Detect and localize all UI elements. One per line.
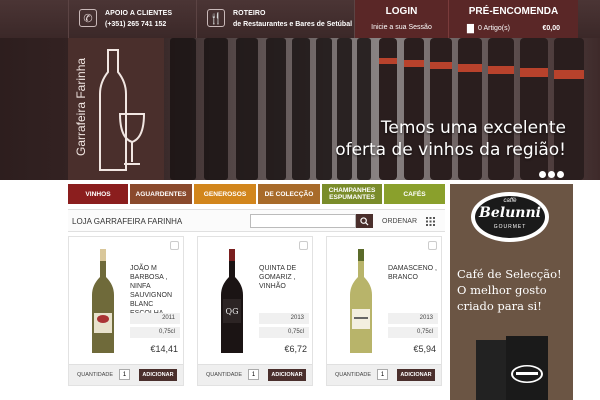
cutlery-icon: 🍴 <box>207 9 225 27</box>
compare-checkbox[interactable] <box>170 241 179 250</box>
preorder-label: PRÉ-ENCOMENDA <box>468 6 559 17</box>
product-price: €5,94 <box>413 344 436 354</box>
add-to-cart-button[interactable]: ADICIONAR <box>139 369 177 381</box>
quantity-label: QUANTIDADE <box>77 372 114 378</box>
ad-slogan: Café de Selecção! O melhor gosto criado … <box>457 266 562 314</box>
product-name[interactable]: JOÃO M BARBOSA , NINFA SAUVIGNON BLANC E… <box>130 264 184 318</box>
compare-checkbox[interactable] <box>299 241 308 250</box>
shopping-bag-icon: ▇ <box>467 23 474 33</box>
product-year: 2013 <box>259 313 309 324</box>
hero-banner: Garrafeira Farinha Temos uma excelente o… <box>0 38 600 180</box>
brand-name: Garrafeira Farinha <box>74 57 88 156</box>
restaurant-guide-link[interactable]: 🍴 ROTEIRO de Restaurantes e Bares de Set… <box>196 0 354 38</box>
top-bar: ✆ APOIO A CLIENTES (+351) 265 741 152 🍴 … <box>0 0 600 38</box>
hero-caption-line2: oferta de vinhos da região! <box>335 140 566 160</box>
product-card: DAMASCENO , BRANCO 2013 0,75cl €5,94 QUA… <box>326 236 442 386</box>
page: ✆ APOIO A CLIENTES (+351) 265 741 152 🍴 … <box>0 0 600 400</box>
ad-caffe-text: caffè <box>503 198 517 204</box>
category-cafes[interactable]: CAFÉS <box>384 184 445 204</box>
product-name[interactable]: QUINTA DE GOMARIZ , VINHÃO <box>259 264 313 291</box>
support-title: APOIO A CLIENTES <box>105 10 173 17</box>
product-actions: QUANTIDADE 1 ADICIONAR <box>69 364 183 385</box>
category-aguardentes[interactable]: AGUARDENTES <box>130 184 192 204</box>
white-wine-bottle-image[interactable] <box>83 247 123 357</box>
product-price: €6,72 <box>284 344 307 354</box>
cart-items: 0 Artigo(s) <box>478 25 510 32</box>
quantity-label: QUANTIDADE <box>335 372 372 378</box>
quantity-input[interactable]: 1 <box>248 369 259 380</box>
product-volume: 0,75cl <box>259 327 309 338</box>
product-price: €14,41 <box>150 344 178 354</box>
preorder-button[interactable]: PRÉ-ENCOMENDA ▇ 0 Artigo(s) €0,00 <box>448 0 578 38</box>
shop-title: LOJA GARRAFEIRA FARINHA <box>72 217 183 226</box>
ad-slogan-line3: criado para si! <box>457 299 542 313</box>
phone-icon: ✆ <box>79 9 97 27</box>
category-de-coleccao[interactable]: DE COLECÇÃO <box>258 184 320 204</box>
hero-caption: Temos uma excelente oferta de vinhos da … <box>335 117 566 161</box>
product-year: 2011 <box>130 313 180 324</box>
product-volume: 0,75cl <box>130 327 180 338</box>
hero-caption-line1: Temos uma excelente <box>380 118 566 138</box>
slider-dots[interactable] <box>537 165 564 183</box>
category-generosos[interactable]: GENEROSOS <box>194 184 256 204</box>
coffee-packages-image <box>476 336 548 400</box>
slider-dot[interactable] <box>539 171 546 178</box>
slider-dot[interactable] <box>548 171 555 178</box>
login-subtitle: Inicie a sua Sessão <box>371 24 432 31</box>
category-nav: VINHOS AGUARDENTES GENEROSOS DE COLECÇÃO… <box>68 184 445 204</box>
red-wine-bottle-image[interactable]: QG <box>212 247 252 357</box>
white-wine-bottle-image[interactable] <box>341 247 381 357</box>
product-card: JOÃO M BARBOSA , NINFA SAUVIGNON BLANC E… <box>68 236 184 386</box>
search-input[interactable] <box>250 214 356 228</box>
compare-checkbox[interactable] <box>428 241 437 250</box>
product-actions: QUANTIDADE 1 ADICIONAR <box>327 364 441 385</box>
category-champanhes-espumantes[interactable]: CHAMPANHES ESPUMANTES <box>322 184 382 204</box>
support-phone: (+351) 265 741 152 <box>105 21 167 28</box>
slider-dot[interactable] <box>557 171 564 178</box>
shop-toolbar: LOJA GARRAFEIRA FARINHA ORDENAR <box>68 209 445 232</box>
product-name[interactable]: DAMASCENO , BRANCO <box>388 264 442 282</box>
ad-slogan-line2: O melhor gosto <box>457 283 547 297</box>
product-card: QG QUINTA DE GOMARIZ , VINHÃO 2013 0,75c… <box>197 236 313 386</box>
cart-total: €0,00 <box>542 25 560 32</box>
ad-slogan-line1: Café de Selecção! <box>457 267 562 281</box>
guide-subtitle: de Restaurantes e Bares de Setúbal <box>233 21 353 28</box>
grid-view-icon[interactable] <box>426 217 435 226</box>
login-label: LOGIN <box>385 6 418 17</box>
svg-text:QG: QG <box>226 307 239 316</box>
ad-brand-text: Belunni <box>479 205 541 221</box>
ad-gourmet-text: GOURMET <box>493 224 527 230</box>
login-button[interactable]: LOGIN Inicie a sua Sessão <box>354 0 448 38</box>
category-vinhos[interactable]: VINHOS <box>68 184 128 204</box>
product-year: 2013 <box>388 313 438 324</box>
belunni-ad-banner[interactable]: caffè Belunni GOURMET Café de Selecção! … <box>450 184 573 400</box>
quantity-input[interactable]: 1 <box>377 369 388 380</box>
support-link[interactable]: ✆ APOIO A CLIENTES (+351) 265 741 152 <box>68 0 196 38</box>
product-actions: QUANTIDADE 1 ADICIONAR <box>198 364 312 385</box>
add-to-cart-button[interactable]: ADICIONAR <box>268 369 306 381</box>
search-icon <box>360 216 369 226</box>
quantity-label: QUANTIDADE <box>206 372 243 378</box>
quantity-input[interactable]: 1 <box>119 369 130 380</box>
belunni-logo: caffè Belunni GOURMET <box>471 192 549 242</box>
search-button[interactable] <box>356 214 373 228</box>
guide-title: ROTEIRO <box>233 10 266 17</box>
add-to-cart-button[interactable]: ADICIONAR <box>397 369 435 381</box>
product-volume: 0,75cl <box>388 327 438 338</box>
sort-label[interactable]: ORDENAR <box>382 218 417 225</box>
